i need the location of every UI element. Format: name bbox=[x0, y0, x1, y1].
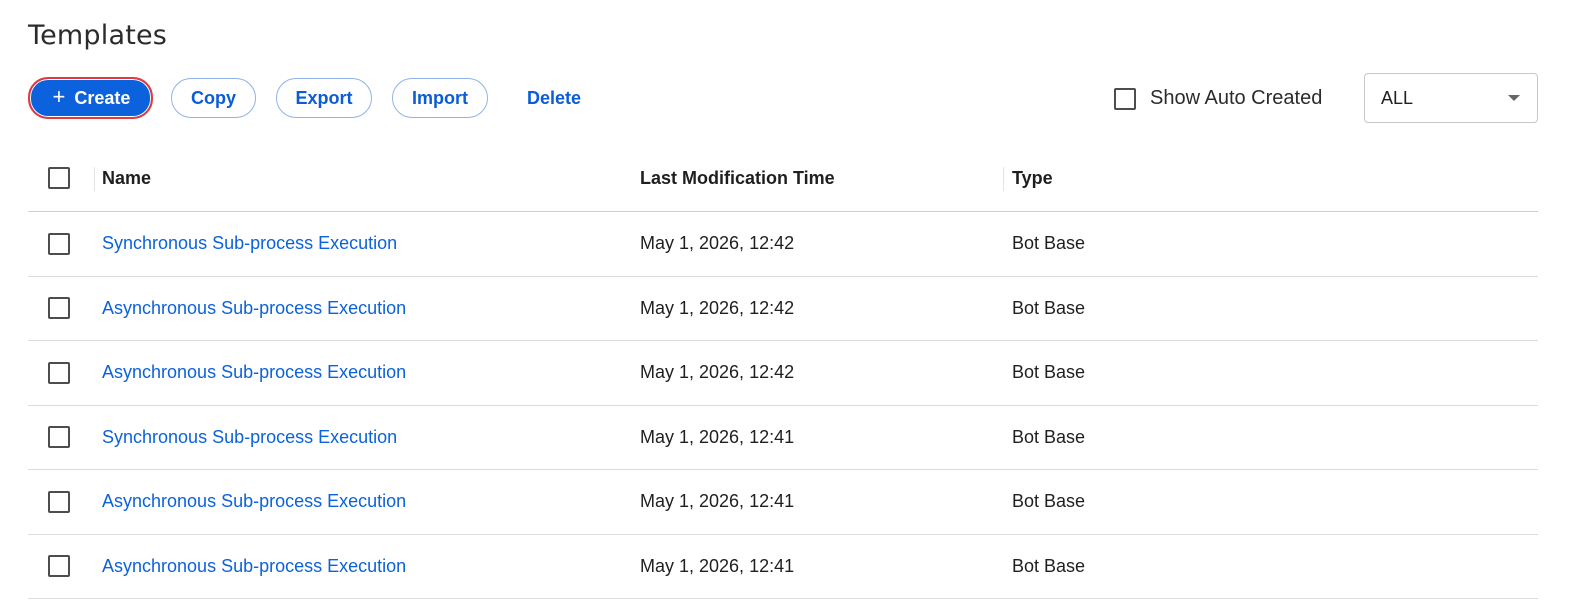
modification-time: May 1, 2026, 12:41 bbox=[640, 555, 795, 576]
create-button-label: Create bbox=[74, 87, 131, 108]
row-checkbox[interactable] bbox=[48, 361, 70, 384]
select-all-cell bbox=[28, 167, 102, 189]
modification-time: May 1, 2026, 12:42 bbox=[640, 362, 795, 383]
column-divider bbox=[1003, 167, 1004, 191]
column-divider bbox=[94, 167, 95, 191]
show-auto-created-label: Show Auto Created bbox=[1150, 87, 1323, 109]
row-checkbox[interactable] bbox=[48, 555, 70, 578]
template-name-link[interactable]: Synchronous Sub-process Execution bbox=[102, 427, 397, 447]
template-type: Bot Base bbox=[1012, 426, 1086, 447]
row-checkbox[interactable] bbox=[48, 297, 70, 320]
modification-time: May 1, 2026, 12:41 bbox=[640, 426, 795, 447]
select-all-checkbox[interactable] bbox=[48, 167, 70, 189]
column-header-type[interactable]: Type bbox=[1012, 168, 1538, 189]
template-type: Bot Base bbox=[1012, 233, 1086, 254]
toolbar: + Create Copy Export Import Delete Show … bbox=[28, 73, 1540, 123]
show-auto-created-toggle[interactable]: Show Auto Created bbox=[1114, 87, 1322, 110]
template-name-link[interactable]: Synchronous Sub-process Execution bbox=[102, 233, 397, 253]
table-row: Asynchronous Sub-process Execution May 1… bbox=[28, 535, 1538, 599]
type-filter-select[interactable]: ALL bbox=[1364, 73, 1538, 123]
table-row: Asynchronous Sub-process Execution May 1… bbox=[28, 470, 1538, 535]
copy-button[interactable]: Copy bbox=[171, 78, 256, 118]
column-header-time[interactable]: Last Modification Time bbox=[640, 168, 1012, 189]
table-row: Asynchronous Sub-process Execution May 1… bbox=[28, 277, 1538, 341]
modification-time: May 1, 2026, 12:41 bbox=[640, 491, 795, 512]
template-name-link[interactable]: Asynchronous Sub-process Execution bbox=[102, 491, 406, 511]
create-button[interactable]: + Create bbox=[28, 77, 153, 119]
template-type: Bot Base bbox=[1012, 555, 1086, 576]
template-type: Bot Base bbox=[1012, 362, 1086, 383]
template-type: Bot Base bbox=[1012, 491, 1086, 512]
delete-button[interactable]: Delete bbox=[508, 78, 600, 118]
page-title: Templates bbox=[28, 20, 168, 51]
column-header-name[interactable]: Name bbox=[102, 168, 640, 189]
templates-table: Name Last Modification Time Type Synchro… bbox=[28, 145, 1538, 599]
modification-time: May 1, 2026, 12:42 bbox=[640, 297, 795, 318]
row-checkbox[interactable] bbox=[48, 426, 70, 449]
template-name-link[interactable]: Asynchronous Sub-process Execution bbox=[102, 362, 406, 382]
template-type: Bot Base bbox=[1012, 297, 1086, 318]
table-row: Asynchronous Sub-process Execution May 1… bbox=[28, 341, 1538, 406]
modification-time: May 1, 2026, 12:42 bbox=[640, 233, 795, 254]
table-header: Name Last Modification Time Type bbox=[28, 145, 1538, 212]
row-checkbox[interactable] bbox=[48, 490, 70, 513]
plus-icon: + bbox=[52, 84, 66, 109]
template-name-link[interactable]: Asynchronous Sub-process Execution bbox=[102, 556, 406, 576]
row-checkbox[interactable] bbox=[48, 232, 70, 255]
table-row: Synchronous Sub-process Execution May 1,… bbox=[28, 212, 1538, 277]
show-auto-created-checkbox[interactable] bbox=[1114, 87, 1136, 110]
table-row: Synchronous Sub-process Execution May 1,… bbox=[28, 406, 1538, 470]
type-filter-value: ALL bbox=[1381, 87, 1414, 108]
export-button[interactable]: Export bbox=[276, 78, 372, 118]
template-name-link[interactable]: Asynchronous Sub-process Execution bbox=[102, 298, 406, 318]
templates-page: Templates + Create Copy Export Import De… bbox=[0, 0, 1580, 614]
caret-down-icon bbox=[1508, 95, 1520, 101]
import-button[interactable]: Import bbox=[392, 78, 488, 118]
